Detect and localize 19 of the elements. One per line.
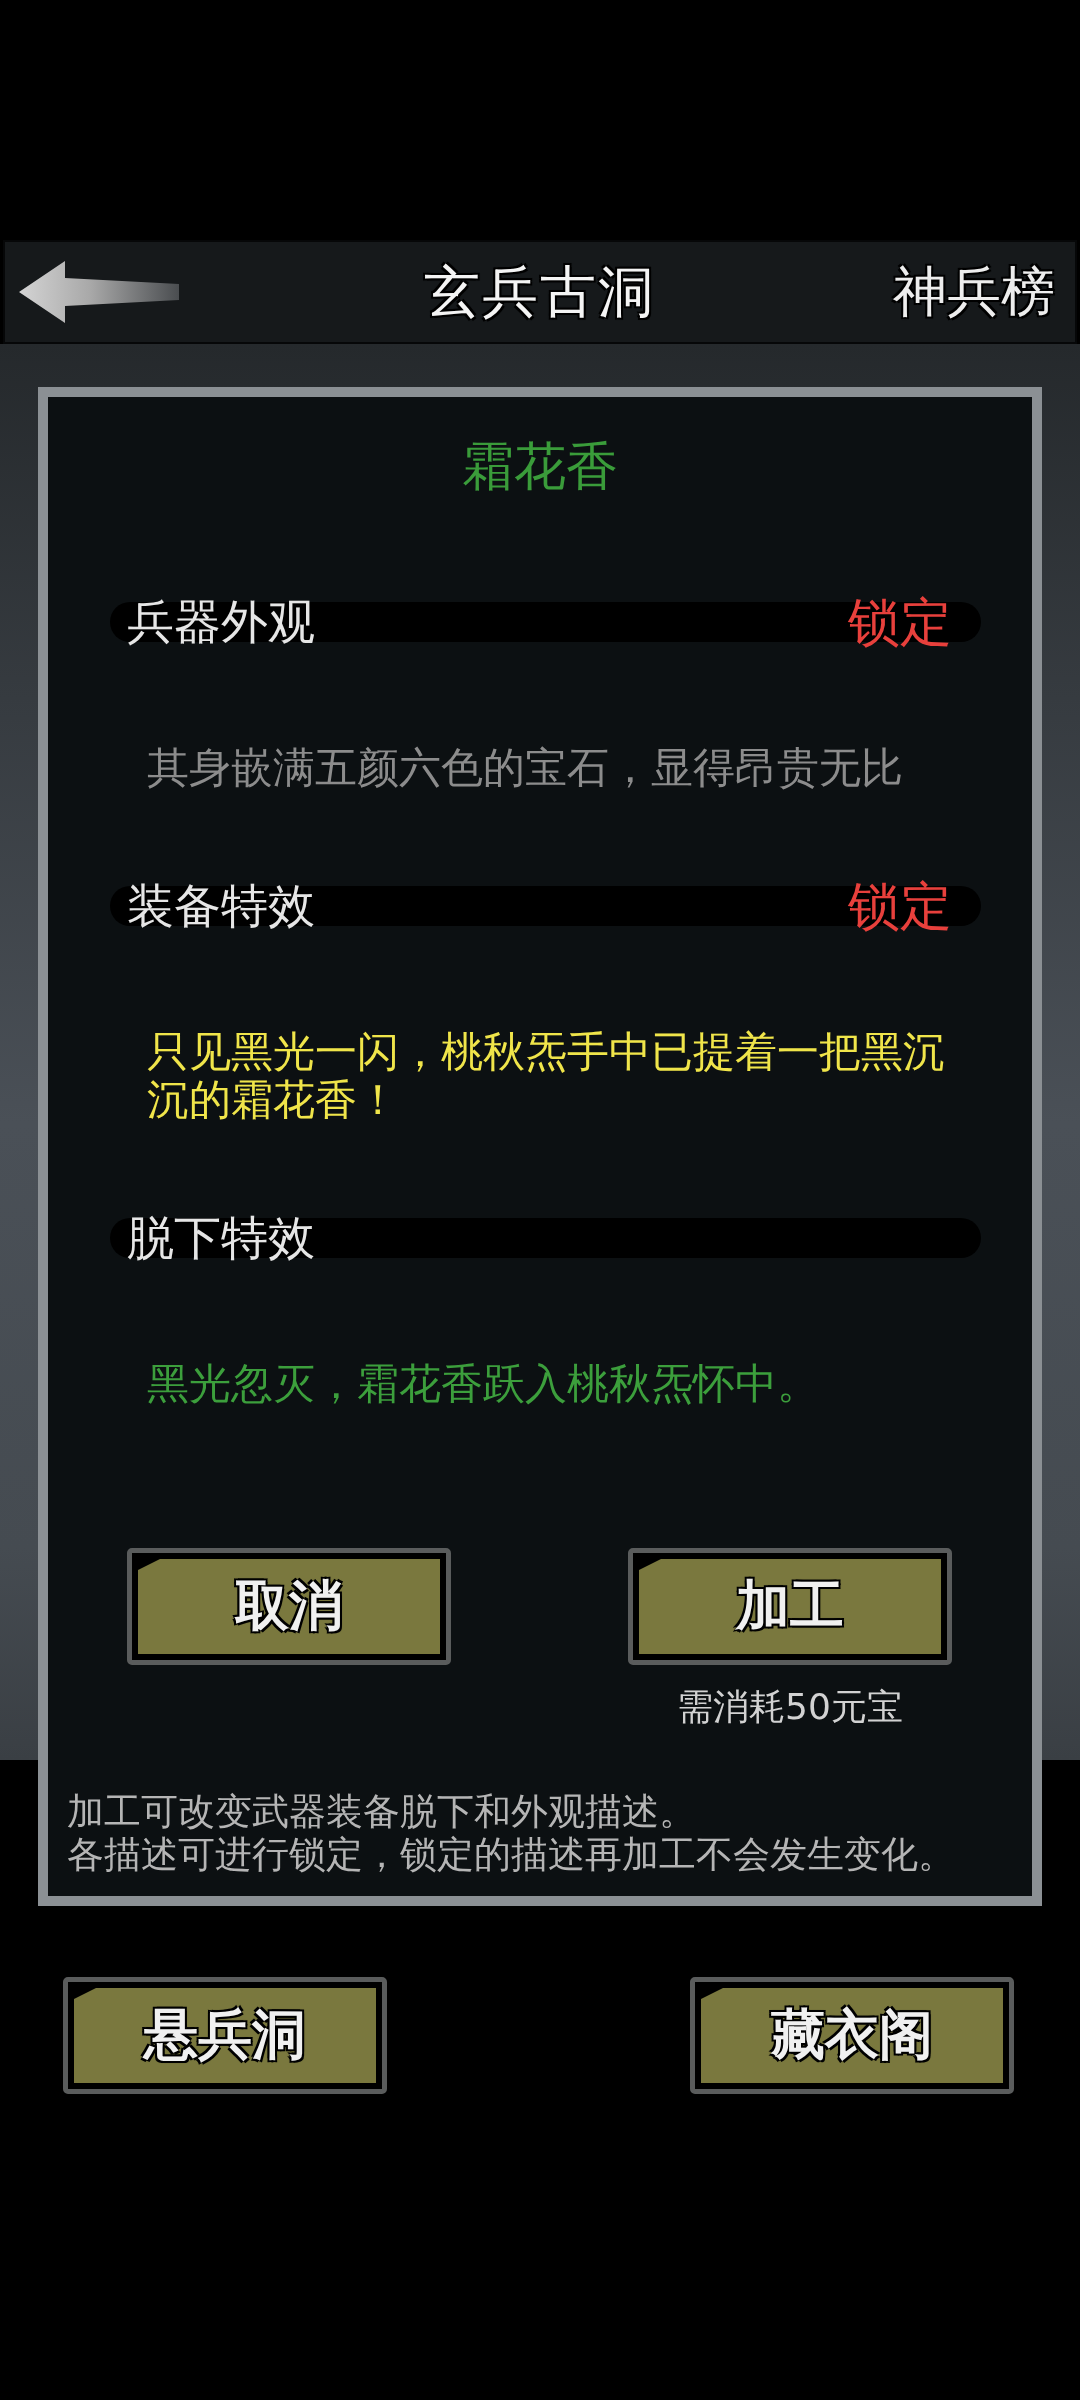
section-label: 脱下特效 [127,1212,315,1264]
section-label: 装备特效 [127,880,315,932]
nav-button[interactable]: 悬兵洞 [63,1977,387,2094]
page-title: 玄兵古洞 [424,260,656,324]
cost-text: 需消耗50元宝 [677,1685,903,1729]
lock-button[interactable]: 锁定 [848,596,952,648]
hint-text: 加工可改变武器装备脱下和外观描述。 [67,1790,697,1833]
action-button[interactable]: 取消 [127,1548,451,1665]
hint-text: 各描述可进行锁定，锁定的描述再加工不会发生变化。 [67,1833,956,1876]
nav-button[interactable]: 藏衣阁 [690,1977,1014,2094]
description-text: 黑光忽灭，霜花香跃入桃秋炁怀中。 [147,1360,820,1408]
action-button[interactable]: 加工 [628,1548,952,1665]
description-text: 其身嵌满五颜六色的宝石，显得昂贵无比 [147,744,904,792]
header-link[interactable]: 神兵榜 [891,261,1057,323]
lock-button[interactable]: 锁定 [848,880,952,932]
description-text: 只见黑光一闪，桃秋炁手中已提着一把黑沉沉的霜花香！ [147,1028,946,1124]
section-label: 兵器外观 [127,596,315,648]
dialog-title: 霜花香 [462,436,618,496]
back-arrow-icon[interactable] [19,261,179,323]
